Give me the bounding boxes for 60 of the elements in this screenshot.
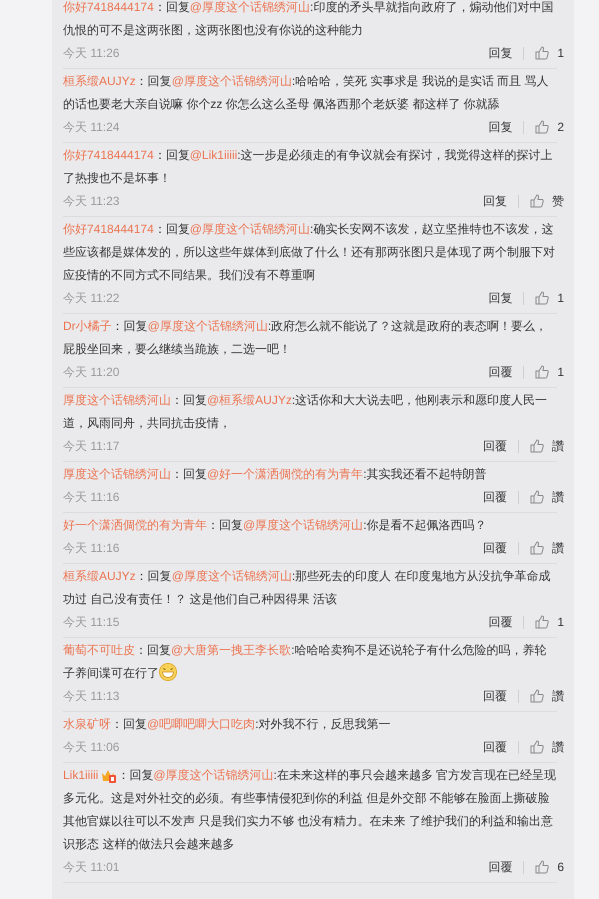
thumbs-up-icon [530,740,544,754]
thumbs-up-icon [535,365,550,379]
like-button[interactable]: 1 [535,46,564,60]
thumbs-up-icon [530,541,544,555]
reply-button[interactable]: 回覆 [483,738,507,756]
like-button[interactable]: 1 [535,291,564,305]
reply-button[interactable]: 回复 [488,44,512,62]
comment-text: Lik1iiiii ：回复@厚度这个话锦绣河山:在未来这样的事只会越来越多 官方发言现在已经呈现多元化。这是对外社交的必须。有些事情侵犯到你的利益 但是外交部 不能够在脸面上撕破脸其他官媒以往可以不发声 只是我们实力不够 也没有精力。在未来 了维护我们的利益和输出意识形态 这样的做法只会越来越多 [63,767,557,853]
reply-button[interactable]: 回覆 [483,540,507,556]
comment-time: 今天 11:26 [63,44,120,62]
thumbs-up-icon [535,615,550,629]
reply-button[interactable]: 回覆 [488,858,512,876]
comment-text: 你好7418444174：回复@厚度这个话锦绣河山:确实长安网不该发，赵立坚推特也不该发，这些应该都是媒体发的，所以这些年媒体到底做了什么！还有那两张图只是体现了两个制服下对应疫情的不同方式不同结果。我们没有不尊重啊 [63,221,556,284]
like-button[interactable]: 讚 [530,738,564,756]
like-button[interactable]: 赞 [530,192,564,210]
reply-button[interactable]: 回覆 [483,488,507,506]
like-button[interactable]: 6 [535,860,564,874]
like-button[interactable]: 1 [535,615,564,629]
thumbs-up-icon [530,689,544,703]
comment-text: 厚度这个话锦绣河山：回复@好一个潇洒倜傥的有为青年:其实我还看不起特朗普 [63,466,488,483]
thumbs-up-icon [530,490,544,504]
comment-time: 今天 11:23 [63,192,120,210]
like-button[interactable]: 讚 [530,438,564,454]
comment-time: 今天 11:01 [63,858,120,876]
reply-button[interactable]: 回复 [483,192,507,210]
reply-button[interactable]: 回覆 [483,438,507,454]
thumbs-up-icon [535,46,550,60]
like-button[interactable]: 1 [535,365,564,379]
like-button[interactable]: 2 [535,120,564,134]
like-button[interactable]: 讚 [530,688,564,704]
reply-button[interactable]: 回复 [488,290,512,306]
comment-time: 今天 11:17 [63,438,120,454]
reply-button[interactable]: 回覆 [488,364,512,380]
comment-text: 你好7418444174：回复@Lik1iiiii:这一步是必须走的有争议就会有探讨，我觉得这样的探讨上了热搜也不是坏事！ [63,147,554,187]
comment-time: 今天 11:16 [63,540,120,556]
comment-text: 你好7418444174：回复@厚度这个话锦绣河山:印度的矛头早就指向政府了，煽动他们对中国仇恨的可不是这两张图，这两张图也没有你说的这种能力 [63,0,554,39]
thumbs-up-icon [530,194,544,208]
comment-time: 今天 11:16 [63,488,120,506]
comment-text: 厚度这个话锦绣河山：回复@桓系缎AUJYz:这话你和大大说去吧，他刚表示和愿印度人民一道，风雨同舟，共同抗击疫情， [63,392,548,432]
comment-text: 好一个潇洒倜傥的有为青年：回复@厚度这个话锦绣河山:你是看不起佩洛西吗？ [63,517,488,534]
comment-time: 今天 11:15 [63,614,120,630]
comment-text: 桓系缎AUJYz：回复@厚度这个话锦绣河山:那些死去的印度人 在印度鬼地方从没抗争革命成功过 自己没有责任！？ 这是他们自己种因得果 活该 [63,568,552,608]
comment-text: Dr小橘子：回复@厚度这个话锦绣河山:政府怎么就不能说了？这就是政府的表态啊！要么，屁股坐回来，要么继续当跪族，二选一吧！ [63,318,548,358]
reply-button[interactable]: 回复 [488,118,512,136]
comment-time: 今天 11:22 [63,290,120,306]
like-button[interactable]: 讚 [530,540,564,556]
comment-time: 今天 11:13 [63,688,120,704]
thumbs-up-icon [535,291,550,305]
comment-time: 今天 11:20 [63,364,120,380]
like-button[interactable]: 讚 [530,488,564,506]
comment-text: 水泉矿呀：回复@吧唧吧唧大口吃肉:对外我不行，反思我第一 [63,716,392,733]
thumbs-up-icon [530,439,544,453]
thumbs-up-icon [535,860,550,874]
comment-text: 葡萄不可吐皮：回复@大唐第一拽王李长歌:哈哈哈卖狗不是还说轮子有什么危险的吗，养轮子养间谍可在行了 [63,642,548,683]
comment-time: 今天 11:24 [63,118,120,136]
comment-text: 桓系缎AUJYz：回复@厚度这个话锦绣河山:哈哈哈，笑死 实事求是 我说的是实话 而且 骂人的话也要老大亲自说嘛 你个zz 你怎么这么圣母 佩洛西那个老妖婆 都这样了 你就舔 [63,73,550,113]
reply-button[interactable]: 回覆 [483,688,507,704]
thumbs-up-icon [535,120,550,134]
reply-button[interactable]: 回覆 [488,614,512,630]
comment-time: 今天 11:06 [63,738,120,756]
